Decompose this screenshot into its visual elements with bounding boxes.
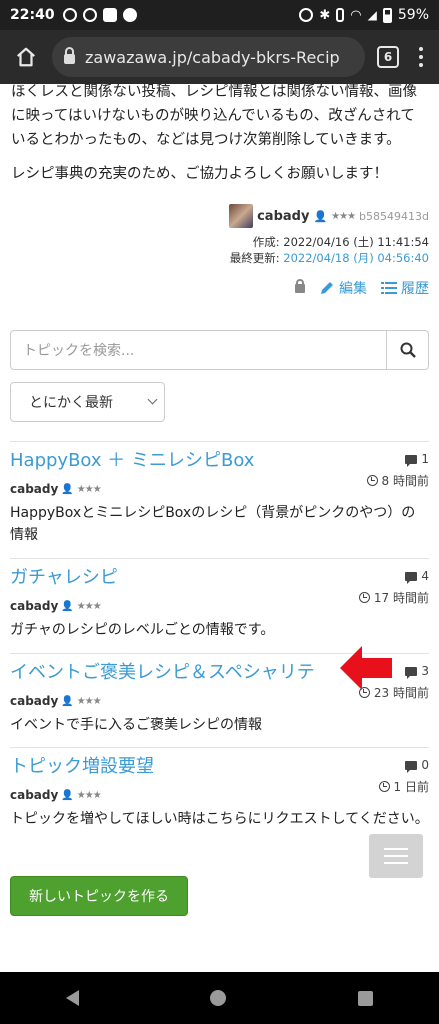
- edit-label: 編集: [339, 281, 367, 297]
- topic-title-link[interactable]: HappyBox ＋ ミニレシピBox: [10, 448, 349, 474]
- topic-author[interactable]: cabady: [10, 599, 58, 613]
- clock-icon: [358, 592, 370, 603]
- home-button[interactable]: [8, 39, 44, 75]
- url-text: zawazawa.jp/cabady-bkrs-Recip: [85, 47, 340, 67]
- rank-stars: ★★★: [76, 695, 102, 707]
- rank-stars: ★★★: [76, 600, 102, 612]
- topic-author[interactable]: cabady: [10, 788, 58, 802]
- user-icon: 👤: [61, 483, 74, 495]
- more-dot: [419, 55, 423, 59]
- user-icon: 👤: [313, 209, 328, 223]
- sort-select[interactable]: とにかく最新: [10, 382, 165, 422]
- red-arrow-annotation: [340, 646, 392, 690]
- hamburger-line: [384, 862, 408, 864]
- browser-menu-button[interactable]: [411, 47, 431, 67]
- comment-icon: [405, 760, 418, 773]
- clock-icon: [378, 781, 390, 792]
- more-dot: [419, 63, 423, 67]
- alarm-icon: [299, 8, 314, 22]
- topic-time: 8 時間前: [381, 474, 429, 488]
- rank-stars: ★★★: [76, 483, 102, 495]
- topic-title-link[interactable]: イベントご褒美レシピ＆スペシャリテ: [10, 660, 349, 686]
- comment-count: 3: [421, 664, 429, 678]
- hamburger-line: [384, 848, 408, 850]
- topic-title-link[interactable]: トピック増設要望: [10, 754, 349, 780]
- avatar[interactable]: [229, 204, 254, 228]
- rank-stars: ★★★: [331, 210, 356, 222]
- status-time: 22:40: [10, 7, 55, 23]
- floating-menu-button[interactable]: [369, 834, 423, 878]
- comment-count: 0: [421, 758, 429, 772]
- intro-text: ほくレスと関係ない投稿、レシピ情報とは関係ない情報、画像に映ってはいけないものが…: [0, 84, 439, 186]
- updated-date-link[interactable]: 2022/04/18 (月) 04:56:40: [283, 251, 429, 265]
- search-button[interactable]: [387, 330, 429, 370]
- page-author-block: cabady 👤 ★★★ b58549413d 作成: 2022/04/16 (…: [229, 204, 429, 298]
- call-icon: [62, 8, 77, 22]
- vibrate-icon: [336, 8, 345, 22]
- alarm-icon: [82, 8, 97, 22]
- wifi-icon: ◠: [350, 7, 362, 23]
- search-icon: [400, 342, 416, 358]
- comment-icon: [405, 571, 418, 584]
- updated-label: 最終更新:: [229, 251, 284, 265]
- intro-paragraph-1: ほくレスと関係ない投稿、レシピ情報とは関係ない情報、画像に映ってはいけないものが…: [11, 84, 417, 148]
- history-button[interactable]: 履歴: [381, 278, 429, 298]
- back-icon[interactable]: [65, 990, 79, 1006]
- topic-search: トピックを検索...: [10, 330, 429, 370]
- clock-icon: [366, 475, 378, 486]
- page-content: ほくレスと関係ない投稿、レシピ情報とは関係ない情報、画像に映ってはいけないものが…: [0, 84, 439, 972]
- recent-apps-icon[interactable]: [358, 990, 374, 1006]
- user-id: b58549413d: [359, 209, 429, 223]
- list-icon: [381, 282, 397, 294]
- topic-time: 17 時間前: [373, 591, 429, 605]
- home-icon: [17, 47, 35, 67]
- address-bar[interactable]: zawazawa.jp/cabady-bkrs-Recip: [52, 37, 365, 77]
- topic-author[interactable]: cabady: [10, 694, 58, 708]
- pencil-icon: [321, 282, 333, 294]
- updated-line: 最終更新: 2022/04/18 (月) 04:56:40: [229, 250, 429, 266]
- user-icon: 👤: [61, 600, 74, 612]
- topic-time: 1 日前: [393, 780, 429, 794]
- topic-author[interactable]: cabady: [10, 482, 58, 496]
- browser-toolbar: zawazawa.jp/cabady-bkrs-Recip 6: [0, 30, 439, 84]
- user-icon: 👤: [61, 695, 74, 707]
- list-item: トピック増設要望 0 1 日前 cabady 👤 ★★★ トピックを増やしてほしい時…: [10, 748, 429, 864]
- battery-percent: 59%: [397, 7, 429, 23]
- tab-switcher-button[interactable]: 6: [377, 46, 399, 68]
- user-icon: 👤: [61, 789, 74, 801]
- history-label: 履歴: [401, 281, 429, 297]
- intro-paragraph-2: レシピ事典の充実のため、ご協力よろしくお願いします！: [11, 166, 388, 182]
- list-item: ガチャレシピ 4 17 時間前 cabady 👤 ★★★ ガチャのレシピのレベルごと…: [10, 559, 429, 654]
- comment-count: 4: [421, 569, 429, 583]
- topic-description: ガチャのレシピのレベルごとの情報です。: [10, 622, 275, 638]
- lock-icon: [64, 47, 75, 64]
- topic-description: イベントで手に入るご褒美レシピの情報: [10, 717, 262, 733]
- battery-icon: [382, 7, 392, 23]
- list-item: HappyBox ＋ ミニレシピBox 1 8 時間前 cabady 👤 ★★★ H…: [10, 442, 429, 559]
- comment-icon: [405, 454, 418, 467]
- search-input[interactable]: トピックを検索...: [10, 330, 387, 370]
- system-nav-bar: [0, 972, 439, 1024]
- home-circle-icon[interactable]: [210, 990, 227, 1006]
- status-bar: 22:40 ✱ ◠ ◢ 59%: [0, 0, 439, 30]
- lock-icon[interactable]: [295, 278, 305, 293]
- chevron-down-icon: [147, 394, 158, 405]
- bluetooth-icon: ✱: [319, 7, 331, 23]
- sort-selected-value: とにかく最新: [29, 395, 113, 411]
- hamburger-line: [384, 855, 408, 857]
- notification-icon: [102, 8, 117, 22]
- comment-icon: [405, 666, 418, 679]
- author-name[interactable]: cabady: [257, 209, 309, 224]
- rank-stars: ★★★: [76, 789, 102, 801]
- topic-description: HappyBoxとミニレシピBoxのレシピ（背景がピンクのやつ）の情報: [10, 505, 416, 543]
- topic-description: トピックを増やしてほしい時はこちらにリクエストしてください。: [10, 811, 429, 827]
- comment-count: 1: [421, 452, 429, 466]
- topic-title-link[interactable]: ガチャレシピ: [10, 565, 349, 591]
- created-date: 作成: 2022/04/16 (土) 11:41:54: [252, 235, 429, 249]
- edit-button[interactable]: 編集: [319, 278, 367, 298]
- circle-app-icon: [122, 8, 137, 22]
- more-dot: [419, 47, 423, 51]
- signal-icon: ◢: [367, 8, 377, 22]
- new-topic-button[interactable]: 新しいトピックを作る: [10, 876, 188, 916]
